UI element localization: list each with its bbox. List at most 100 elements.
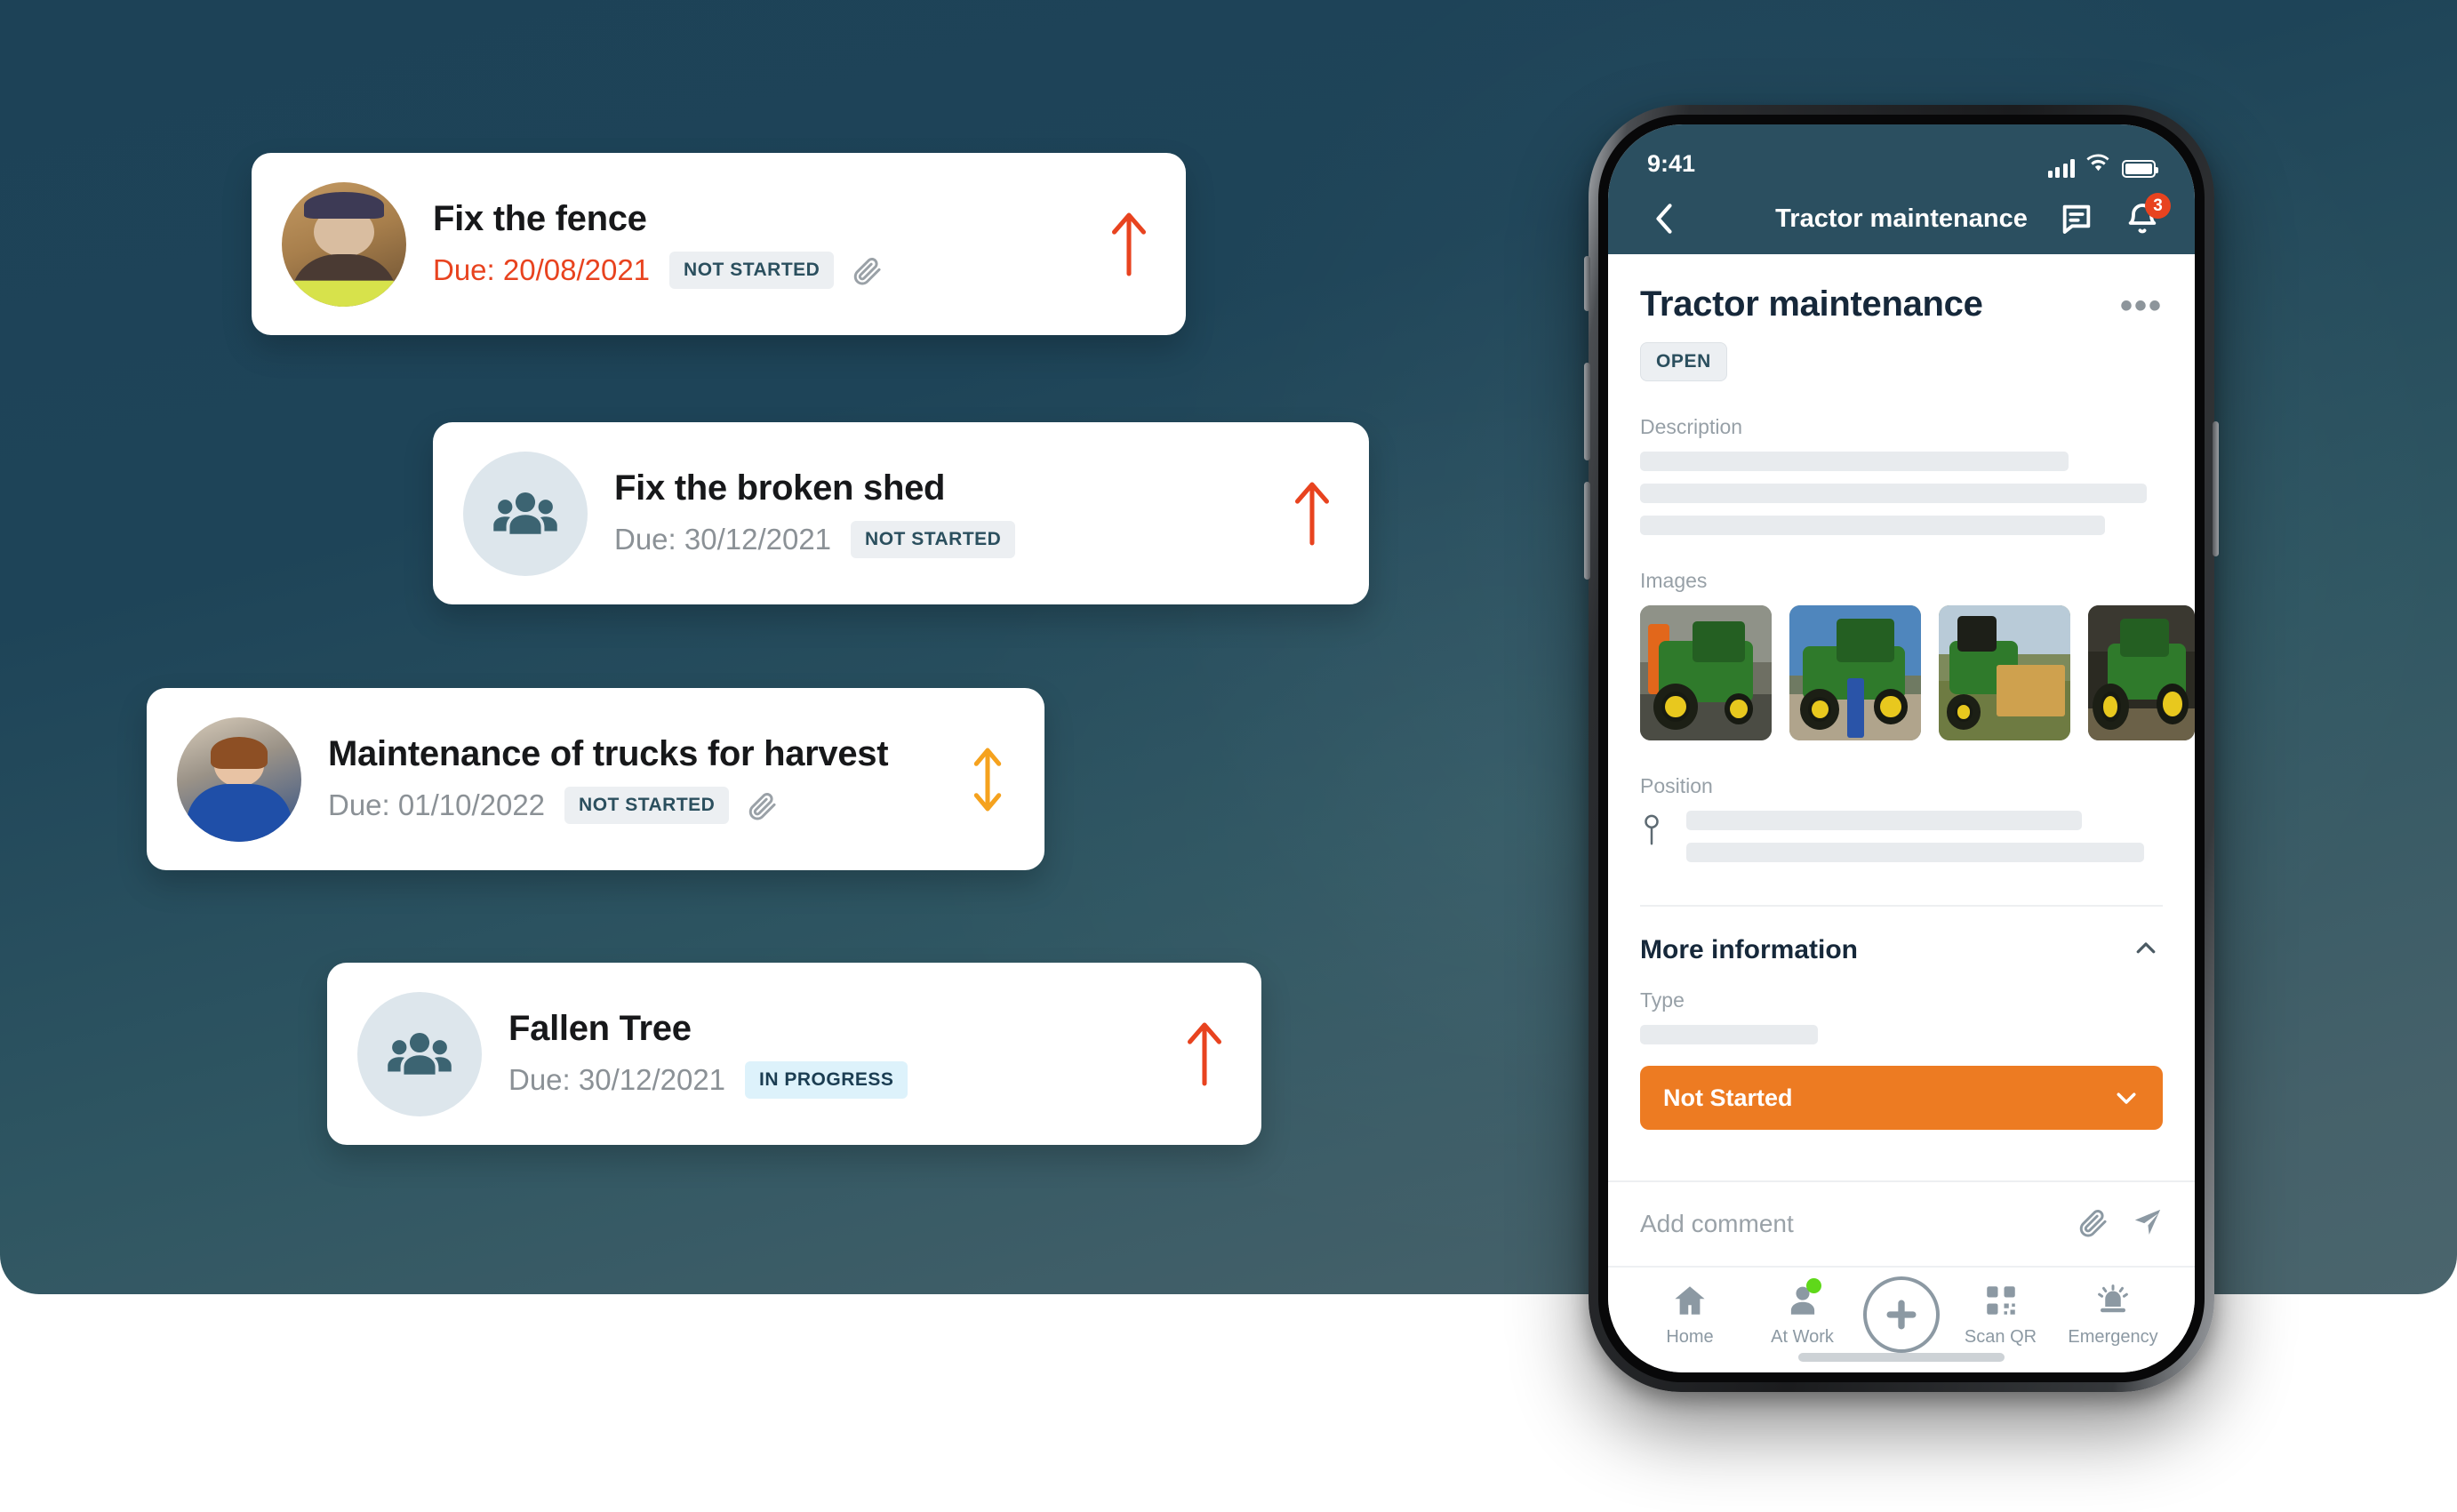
paperclip-icon[interactable] bbox=[2079, 1207, 2109, 1242]
position-skeleton-line bbox=[1686, 843, 2144, 862]
gallery-thumbnail[interactable] bbox=[1789, 605, 1921, 740]
more-information-header[interactable]: More information bbox=[1640, 935, 2163, 965]
task-card[interactable]: Fallen Tree Due: 30/12/2021 IN PROGRESS bbox=[327, 963, 1261, 1145]
task-due-date: Due: 01/10/2022 bbox=[328, 788, 546, 821]
chevron-up-icon[interactable] bbox=[2133, 935, 2163, 965]
task-card-text: Fallen Tree Due: 30/12/2021 IN PROGRESS bbox=[508, 1009, 1162, 1099]
status-bar-time: 9:41 bbox=[1647, 150, 1696, 177]
task-due-date: Due: 30/12/2021 bbox=[614, 522, 832, 556]
task-card[interactable]: Maintenance of trucks for harvest Due: 0… bbox=[147, 688, 1044, 870]
tab-label: Scan QR bbox=[1964, 1327, 2037, 1347]
status-badge: IN PROGRESS bbox=[745, 1060, 908, 1099]
comment-bar[interactable]: Add comment bbox=[1608, 1180, 2195, 1266]
type-label: Type bbox=[1640, 988, 1685, 1012]
paperclip-icon bbox=[748, 790, 779, 820]
state-badge: OPEN bbox=[1640, 342, 1727, 381]
alarm-icon bbox=[2093, 1280, 2133, 1321]
task-meta-row: Due: 30/12/2021 IN PROGRESS bbox=[508, 1060, 1162, 1099]
battery-full-icon bbox=[2122, 160, 2158, 178]
screenshot-root: Fix the fence Due: 20/08/2021 NOT STARTE… bbox=[0, 0, 2457, 1512]
image-gallery[interactable] bbox=[1640, 605, 2195, 740]
volume-up-button[interactable] bbox=[1584, 363, 1590, 460]
more-horizontal-icon[interactable]: ••• bbox=[2120, 284, 2163, 324]
task-meta-row: Due: 30/12/2021 NOT STARTED bbox=[614, 520, 1269, 558]
wifi-icon bbox=[2086, 154, 2110, 178]
volume-down-button[interactable] bbox=[1584, 482, 1590, 580]
home-indicator bbox=[1798, 1353, 2005, 1362]
task-card-text: Fix the fence Due: 20/08/2021 NOT STARTE… bbox=[433, 199, 1086, 289]
arrow-up-icon[interactable] bbox=[1178, 1019, 1231, 1090]
status-dropdown-label: Not Started bbox=[1663, 1084, 1793, 1111]
cellular-signal-icon bbox=[2047, 158, 2075, 178]
task-detail-content[interactable]: Tractor maintenance ••• OPEN Description… bbox=[1608, 254, 2195, 1180]
silent-switch-button[interactable] bbox=[1584, 256, 1590, 311]
task-card[interactable]: Fix the broken shed Due: 30/12/2021 NOT … bbox=[433, 422, 1369, 604]
paperclip-icon bbox=[853, 255, 884, 285]
qr-code-icon bbox=[1981, 1280, 2021, 1321]
notification-badge: 3 bbox=[2145, 193, 2171, 219]
tab-scan-qr[interactable]: Scan QR bbox=[1949, 1280, 2053, 1348]
description-skeleton-line bbox=[1640, 484, 2148, 503]
position-row bbox=[1640, 811, 2163, 875]
task-title: Maintenance of trucks for harvest bbox=[328, 734, 889, 774]
chevron-down-icon bbox=[2113, 1084, 2140, 1111]
task-title: Fix the fence bbox=[433, 199, 647, 239]
images-label: Images bbox=[1640, 569, 1708, 592]
task-card[interactable]: Fix the fence Due: 20/08/2021 NOT STARTE… bbox=[252, 153, 1186, 335]
description-label: Description bbox=[1640, 415, 1743, 438]
position-skeleton bbox=[1686, 811, 2163, 875]
status-badge: NOT STARTED bbox=[669, 251, 835, 289]
detail-title: Tractor maintenance bbox=[1640, 284, 1983, 324]
task-meta-row: Due: 20/08/2021 NOT STARTED bbox=[433, 251, 1086, 289]
gallery-thumbnail[interactable] bbox=[1640, 605, 1772, 740]
task-title: Fix the broken shed bbox=[614, 468, 946, 508]
tab-label: Emergency bbox=[2068, 1327, 2158, 1347]
status-badge: NOT STARTED bbox=[851, 520, 1016, 558]
phone-screen: 9:41 Tractor maintenance 3 Tractor maint… bbox=[1608, 124, 2195, 1372]
avatar bbox=[177, 716, 301, 842]
phone-mockup: 9:41 Tractor maintenance 3 Tractor maint… bbox=[1584, 105, 2219, 1392]
status-badge: NOT STARTED bbox=[564, 786, 730, 824]
status-dropdown-button[interactable]: Not Started bbox=[1640, 1066, 2163, 1130]
app-nav-bar: Tractor maintenance 3 bbox=[1608, 183, 2195, 254]
gallery-thumbnail[interactable] bbox=[2088, 605, 2195, 740]
task-due-date: Due: 20/08/2021 bbox=[433, 252, 651, 286]
description-skeleton-line bbox=[1640, 452, 2069, 471]
description-skeleton-line bbox=[1640, 516, 2106, 535]
bell-icon[interactable]: 3 bbox=[2122, 193, 2171, 239]
plus-circle-icon[interactable] bbox=[1863, 1276, 1940, 1353]
avatar bbox=[282, 181, 406, 307]
arrow-up-icon[interactable] bbox=[1102, 209, 1156, 280]
tab-label: Home bbox=[1666, 1327, 1714, 1347]
comment-input[interactable]: Add comment bbox=[1640, 1210, 1794, 1238]
detail-header: Tractor maintenance ••• bbox=[1640, 284, 2163, 324]
status-dot bbox=[1805, 1278, 1821, 1293]
tab-at-work[interactable]: At Work bbox=[1751, 1278, 1854, 1348]
task-card-text: Fix the broken shed Due: 30/12/2021 NOT … bbox=[614, 468, 1269, 558]
map-pin-icon bbox=[1640, 811, 1667, 852]
section-divider bbox=[1640, 905, 2163, 907]
gallery-thumbnail[interactable] bbox=[1939, 605, 2070, 740]
more-information-label: More information bbox=[1640, 935, 1858, 964]
chat-bubble-icon[interactable] bbox=[2056, 198, 2097, 239]
user-icon bbox=[1782, 1278, 1823, 1321]
arrow-up-icon[interactable] bbox=[1285, 478, 1339, 549]
nav-actions: 3 bbox=[2056, 193, 2171, 239]
group-icon bbox=[357, 991, 482, 1116]
tab-label: At Work bbox=[1771, 1327, 1834, 1347]
arrow-up-down-icon[interactable] bbox=[961, 744, 1014, 815]
task-title: Fallen Tree bbox=[508, 1009, 692, 1049]
group-icon bbox=[463, 451, 588, 576]
bottom-tab-bar: Home At Work Scan QR Emergency bbox=[1608, 1266, 2195, 1372]
position-label: Position bbox=[1640, 774, 1713, 797]
tab-home[interactable]: Home bbox=[1638, 1280, 1741, 1348]
send-icon[interactable] bbox=[2133, 1207, 2163, 1242]
status-bar-icons bbox=[2047, 154, 2158, 178]
tab-emergency[interactable]: Emergency bbox=[2061, 1280, 2165, 1348]
task-due-date: Due: 30/12/2021 bbox=[508, 1062, 726, 1096]
chevron-left-icon[interactable] bbox=[1640, 195, 1688, 243]
task-meta-row: Due: 01/10/2022 NOT STARTED bbox=[328, 786, 945, 824]
ios-status-bar: 9:41 bbox=[1608, 124, 2195, 183]
power-button[interactable] bbox=[2213, 421, 2219, 556]
position-skeleton-line bbox=[1686, 811, 2082, 830]
